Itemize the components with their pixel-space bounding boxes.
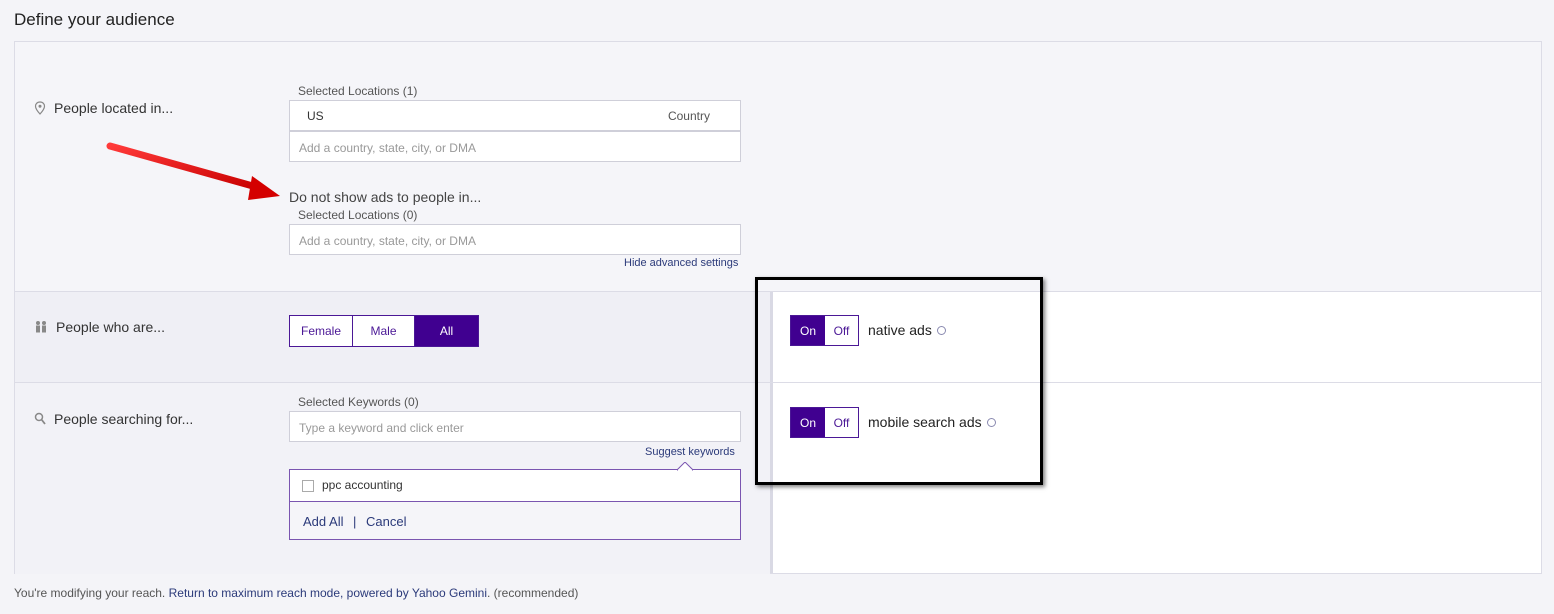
gender-label: People who are...	[56, 319, 165, 335]
location-input-placeholder: Add a country, state, city, or DMA	[299, 141, 476, 155]
gender-section-label: People who are...	[34, 319, 165, 335]
footer-prefix: You're modifying your reach.	[14, 586, 166, 600]
search-icon	[34, 412, 46, 425]
cancel-link[interactable]: Cancel	[366, 514, 406, 529]
exclude-input-placeholder: Add a country, state, city, or DMA	[299, 234, 476, 248]
gender-option-all[interactable]: All	[415, 316, 478, 346]
page-title: Define your audience	[14, 10, 175, 29]
exclude-heading: Do not show ads to people in...	[289, 189, 482, 205]
location-type: Country	[667, 109, 710, 123]
location-pin-icon	[34, 101, 46, 115]
selected-keywords-label: Selected Keywords (0)	[298, 395, 419, 409]
annotation-frame	[755, 277, 1043, 485]
popover-caret-icon	[677, 462, 693, 471]
location-section-label: People located in...	[34, 100, 173, 116]
keyword-input-placeholder: Type a keyword and click enter	[299, 421, 464, 435]
hide-advanced-settings-link[interactable]: Hide advanced settings	[624, 257, 738, 269]
footer-brand[interactable]: Yahoo Gemini	[412, 586, 487, 600]
keyword-label: People searching for...	[54, 411, 194, 427]
annotation-arrow-icon	[106, 142, 280, 200]
keyword-input[interactable]: Type a keyword and click enter	[289, 411, 741, 442]
footer-note: You're modifying your reach. Return to m…	[14, 586, 578, 600]
link-separator: |	[353, 514, 357, 529]
add-all-link[interactable]: Add All	[303, 514, 343, 529]
gender-option-female[interactable]: Female	[290, 316, 353, 346]
suggest-keywords-link[interactable]: Suggest keywords	[645, 446, 735, 458]
exclude-selected-label: Selected Locations (0)	[298, 208, 418, 222]
suggestion-text: ppc accounting	[322, 478, 403, 492]
suggestions-box: ppc accounting Add All | Cancel	[289, 469, 741, 540]
gender-selector[interactable]: Female Male All	[289, 315, 479, 347]
footer-suffix: . (recommended)	[487, 586, 579, 600]
exclude-location-input[interactable]: Add a country, state, city, or DMA	[289, 224, 741, 255]
selected-location-item[interactable]: US Country	[289, 100, 741, 131]
location-input[interactable]: Add a country, state, city, or DMA	[289, 131, 741, 162]
keyword-section-label: People searching for...	[34, 411, 193, 427]
people-icon	[36, 321, 46, 333]
selected-locations-label: Selected Locations (1)	[298, 84, 418, 98]
suggestion-checkbox[interactable]	[302, 480, 314, 492]
return-max-reach-link[interactable]: Return to maximum reach mode, powered by	[169, 586, 409, 600]
gender-option-male[interactable]: Male	[353, 316, 415, 346]
location-label: People located in...	[54, 100, 174, 116]
location-name: US	[307, 109, 324, 123]
suggestion-item[interactable]: ppc accounting	[290, 470, 740, 502]
